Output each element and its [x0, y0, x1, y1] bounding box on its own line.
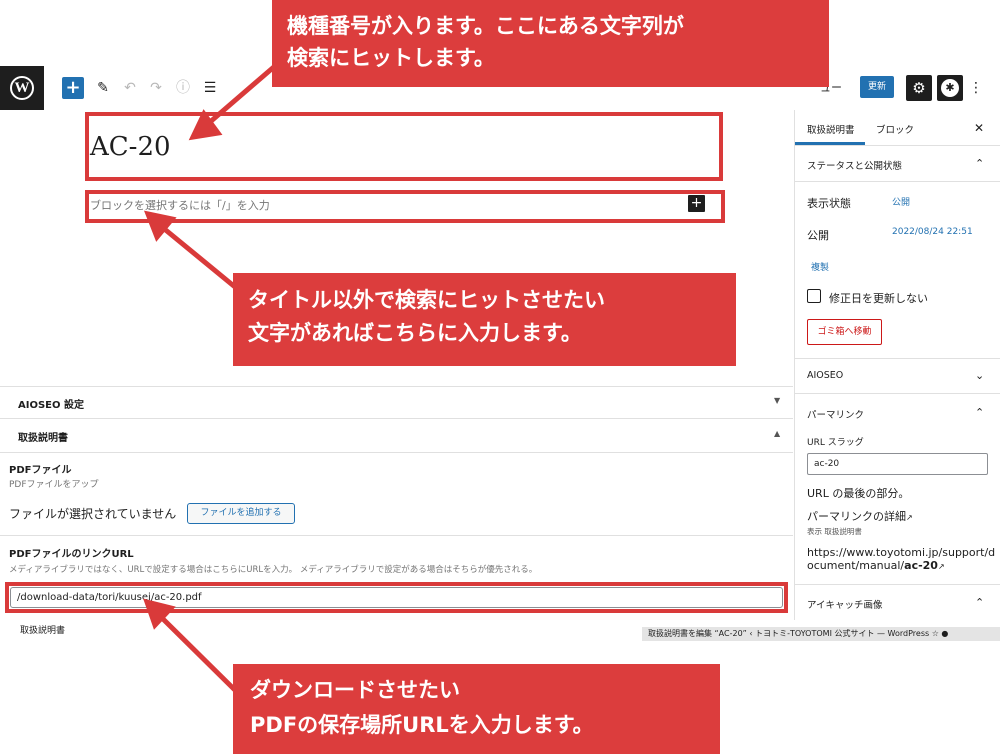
callout-text: 検索にヒットします。 [287, 46, 495, 70]
callout-text: ダウンロードさせたい [250, 678, 460, 702]
arrow-top-shaft [208, 64, 277, 124]
callout-url-explanation: ダウンロードさせたい PDFの保存場所URLを入力します。 [233, 664, 720, 754]
annotation-arrows [143, 64, 277, 699]
callout-text: タイトル以外で検索にヒットさせたい [248, 288, 605, 312]
callout-text: PDFの保存場所URLを入力します。 [250, 713, 594, 737]
callout-paragraph-explanation: タイトル以外で検索にヒットさせたい 文字があればこちらに入力します。 [233, 273, 736, 366]
callout-text: 機種番号が入ります。ここにある文字列が [287, 14, 684, 38]
callout-title-explanation: 機種番号が入ります。ここにある文字列が 検索にヒットします。 [272, 0, 829, 87]
callout-text: 文字があればこちらに入力します。 [248, 321, 582, 345]
arrow-bottom-shaft [159, 615, 244, 699]
